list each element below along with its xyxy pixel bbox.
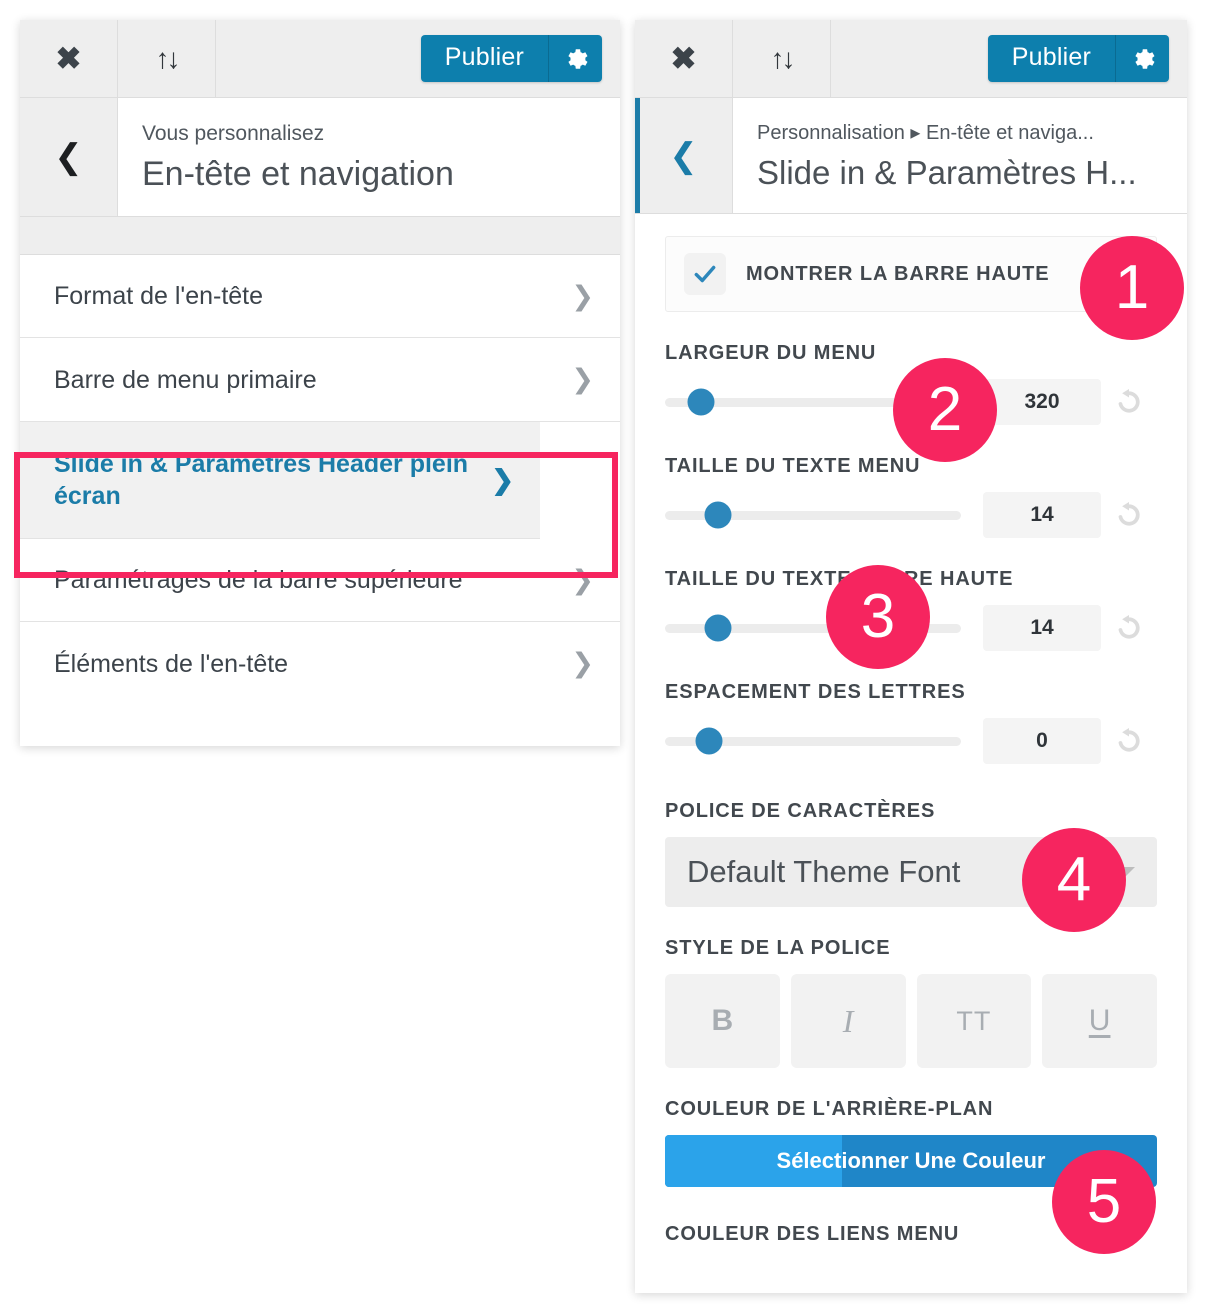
menu-text-size-reset-button[interactable] (1101, 500, 1157, 530)
bold-button[interactable]: B (665, 974, 780, 1069)
gear-icon (567, 48, 587, 69)
menu-text-size-label: TAILLE DU TEXTE MENU (665, 455, 921, 478)
chevron-right-icon: ❯ (491, 464, 514, 495)
left-customizer-panel: ✖ ↑↓ Publier ❮ Vous personnalisez En-têt… (20, 20, 620, 746)
sidebar-item-label: Éléments de l'en-tête (54, 649, 289, 678)
callout-badge-1: 1 (1080, 236, 1184, 340)
checkmark-icon (694, 266, 716, 283)
undo-reset-icon (1118, 728, 1140, 752)
right-title-block: Personnalisation ▸ En-tête et naviga... … (733, 98, 1187, 213)
undo-reset-icon (1118, 389, 1140, 413)
show-top-bar-checkbox[interactable] (684, 253, 726, 296)
sidebar-item-slide-in-fullscreen-header[interactable]: Slide in & Paramètres Header plein écran… (20, 421, 540, 539)
chevron-right-icon: ❯ (571, 648, 594, 679)
uppercase-button[interactable]: TT (916, 974, 1032, 1069)
left-panel-divider-strip (20, 216, 620, 255)
publish-button-group: Publier (420, 34, 602, 83)
right-section-header: ❮ Personnalisation ▸ En-tête et naviga..… (635, 98, 1187, 215)
slider-handle[interactable] (695, 727, 723, 755)
publish-button-group: Publier (987, 34, 1169, 83)
sidebar-item-label: Slide in & Paramètres Header plein écran (54, 449, 469, 510)
callout-badge-5: 5 (1052, 1150, 1156, 1254)
callout-badge-3: 3 (826, 565, 930, 669)
italic-button[interactable]: I (790, 974, 906, 1069)
publish-button[interactable]: Publier (987, 34, 1115, 83)
underline-button[interactable]: U (1042, 974, 1157, 1069)
sidebar-item-top-bar-settings[interactable]: Paramétrages de la barre supérieure ❯ (20, 539, 620, 623)
sidebar-item-label: Barre de menu primaire (54, 365, 317, 394)
chevron-left-icon: ❮ (669, 136, 698, 175)
top-bar-text-size-value[interactable]: 14 (983, 605, 1101, 652)
left-menu-list: Format de l'en-tête ❯ Barre de menu prim… (20, 254, 620, 705)
letter-spacing-slider[interactable] (665, 727, 961, 755)
menu-text-size-slider[interactable] (665, 501, 961, 529)
callout-badge-4: 4 (1022, 828, 1126, 932)
right-panel-title: Slide in & Paramètres H... (757, 154, 1137, 191)
publish-settings-button[interactable] (1115, 34, 1169, 83)
left-back-button[interactable]: ❮ (20, 98, 118, 216)
letter-spacing-value[interactable]: 0 (983, 718, 1101, 765)
sidebar-item-label: Paramétrages de la barre supérieure (54, 566, 463, 595)
left-toolbar: ✖ ↑↓ Publier (20, 20, 620, 98)
show-top-bar-label: MONTRER LA BARRE HAUTE (746, 262, 1050, 285)
font-style-button-row: B I TT U (665, 974, 1157, 1069)
slider-handle[interactable] (704, 501, 732, 529)
switch-device-icon: ↑↓ (770, 42, 796, 74)
right-toolbar: ✖ ↑↓ Publier (635, 20, 1187, 98)
close-button[interactable]: ✖ (20, 20, 118, 97)
letter-spacing-slider-row: 0 (665, 718, 1157, 765)
customizing-kicker: Vous personnalisez (142, 122, 325, 145)
sidebar-item-label: Format de l'en-tête (54, 282, 264, 311)
menu-text-size-slider-row: 14 (665, 492, 1157, 539)
close-button[interactable]: ✖ (635, 20, 733, 97)
sidebar-item-header-format[interactable]: Format de l'en-tête ❯ (20, 255, 620, 339)
undo-reset-icon (1118, 615, 1140, 639)
chevron-right-icon: ❯ (571, 364, 594, 395)
left-section-header: ❮ Vous personnalisez En-tête et navigati… (20, 98, 620, 217)
menu-text-size-value[interactable]: 14 (983, 492, 1101, 539)
close-icon: ✖ (55, 41, 82, 76)
right-back-button[interactable]: ❮ (635, 98, 733, 214)
letter-spacing-field: ESPACEMENT DES LETTRES 0 (665, 681, 1157, 765)
publish-settings-button[interactable] (548, 34, 602, 83)
sidebar-item-primary-menu-bar[interactable]: Barre de menu primaire ❯ (20, 338, 620, 422)
chevron-right-icon: ❯ (571, 280, 594, 311)
top-bar-text-size-reset-button[interactable] (1101, 613, 1157, 643)
left-panel-title: En-tête et navigation (142, 155, 454, 194)
sidebar-item-header-elements[interactable]: Éléments de l'en-tête ❯ (20, 622, 620, 705)
slider-handle[interactable] (687, 388, 715, 416)
publish-group: Publier (420, 20, 620, 97)
publish-group: Publier (987, 20, 1187, 97)
menu-width-reset-button[interactable] (1101, 387, 1157, 417)
screenshot-stage: ✖ ↑↓ Publier ❮ Vous personnalisez En-têt… (0, 0, 1207, 1311)
chevron-right-icon: ❯ (571, 564, 594, 595)
switch-device-icon: ↑↓ (155, 42, 181, 74)
left-title-block: Vous personnalisez En-tête et navigation (118, 98, 620, 216)
letter-spacing-label: ESPACEMENT DES LETTRES (665, 681, 966, 704)
close-icon: ✖ (670, 41, 697, 76)
menu-width-label: LARGEUR DU MENU (665, 342, 877, 365)
publish-button[interactable]: Publier (420, 34, 548, 83)
menu-width-value[interactable]: 320 (983, 379, 1101, 426)
slider-handle[interactable] (704, 614, 732, 642)
switch-device-button[interactable]: ↑↓ (118, 20, 216, 97)
gear-icon (1134, 48, 1154, 69)
undo-reset-icon (1118, 502, 1140, 526)
font-style-field: STYLE DE LA POLICE B I TT U (665, 937, 1157, 1069)
switch-device-button[interactable]: ↑↓ (733, 20, 831, 97)
letter-spacing-reset-button[interactable] (1101, 726, 1157, 756)
menu-text-size-field: TAILLE DU TEXTE MENU 14 (665, 455, 1157, 539)
chevron-left-icon: ❮ (54, 137, 83, 176)
font-family-label: POLICE DE CARACTÈRES (665, 800, 936, 823)
font-style-label: STYLE DE LA POLICE (665, 937, 891, 960)
background-color-label: COULEUR DE L'ARRIÈRE-PLAN (665, 1098, 994, 1121)
callout-badge-2: 2 (893, 358, 997, 462)
breadcrumb: Personnalisation ▸ En-tête et naviga... (757, 122, 1094, 144)
